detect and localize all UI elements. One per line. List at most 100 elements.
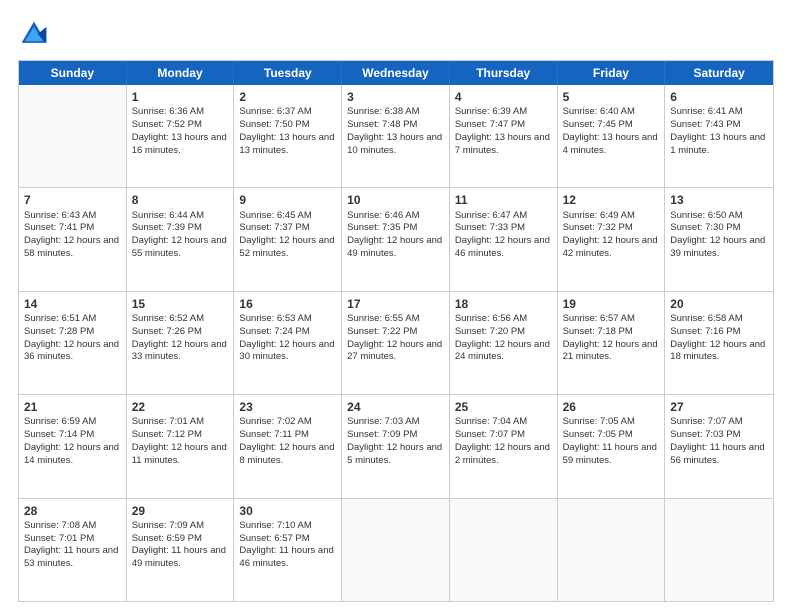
day-number: 6	[670, 89, 768, 105]
cell-info: Sunrise: 6:45 AMSunset: 7:37 PMDaylight:…	[239, 210, 336, 261]
cell-info: Sunrise: 6:52 AMSunset: 7:26 PMDaylight:…	[132, 313, 229, 364]
calendar-cell: 2Sunrise: 6:37 AMSunset: 7:50 PMDaylight…	[234, 85, 342, 187]
day-number: 2	[239, 89, 336, 105]
cell-info: Sunrise: 7:05 AMSunset: 7:05 PMDaylight:…	[563, 416, 660, 467]
logo-icon	[18, 18, 50, 50]
cell-info: Sunrise: 6:37 AMSunset: 7:50 PMDaylight:…	[239, 106, 336, 157]
cell-info: Sunrise: 6:59 AMSunset: 7:14 PMDaylight:…	[24, 416, 121, 467]
calendar-cell: 10 Sunrise: 6:46 AMSunset: 7:35 PMDayligh…	[342, 188, 450, 290]
calendar-row: 21Sunrise: 6:59 AMSunset: 7:14 PMDayligh…	[19, 395, 773, 498]
cell-info: Sunrise: 6:49 AMSunset: 7:32 PMDaylight:…	[563, 210, 660, 261]
day-number: 8	[132, 192, 229, 208]
calendar-cell: 26Sunrise: 7:05 AMSunset: 7:05 PMDayligh…	[558, 395, 666, 497]
calendar-cell: 27Sunrise: 7:07 AMSunset: 7:03 PMDayligh…	[665, 395, 773, 497]
calendar-cell	[450, 499, 558, 601]
calendar-cell: 9 Sunrise: 6:45 AMSunset: 7:37 PMDaylight…	[234, 188, 342, 290]
day-number: 10	[347, 192, 444, 208]
calendar-cell: 30Sunrise: 7:10 AMSunset: 6:57 PMDayligh…	[234, 499, 342, 601]
day-number: 28	[24, 503, 121, 519]
cell-info: Sunrise: 6:46 AMSunset: 7:35 PMDaylight:…	[347, 210, 444, 261]
day-number: 19	[563, 296, 660, 312]
day-number: 1	[132, 89, 229, 105]
calendar-cell: 19Sunrise: 6:57 AMSunset: 7:18 PMDayligh…	[558, 292, 666, 394]
day-number: 18	[455, 296, 552, 312]
day-number: 25	[455, 399, 552, 415]
cell-info: Sunrise: 6:55 AMSunset: 7:22 PMDaylight:…	[347, 313, 444, 364]
page: SundayMondayTuesdayWednesdayThursdayFrid…	[0, 0, 792, 612]
day-header-tuesday: Tuesday	[234, 61, 342, 85]
day-number: 23	[239, 399, 336, 415]
cell-info: Sunrise: 6:56 AMSunset: 7:20 PMDaylight:…	[455, 313, 552, 364]
cell-info: Sunrise: 6:36 AMSunset: 7:52 PMDaylight:…	[132, 106, 229, 157]
day-number: 16	[239, 296, 336, 312]
calendar-body: 1Sunrise: 6:36 AMSunset: 7:52 PMDaylight…	[19, 85, 773, 601]
cell-info: Sunrise: 6:53 AMSunset: 7:24 PMDaylight:…	[239, 313, 336, 364]
cell-info: Sunrise: 6:43 AMSunset: 7:41 PMDaylight:…	[24, 210, 121, 261]
calendar-cell: 12 Sunrise: 6:49 AMSunset: 7:32 PMDayligh…	[558, 188, 666, 290]
calendar-row: 28Sunrise: 7:08 AMSunset: 7:01 PMDayligh…	[19, 499, 773, 601]
cell-info: Sunrise: 7:07 AMSunset: 7:03 PMDaylight:…	[670, 416, 768, 467]
day-header-thursday: Thursday	[450, 61, 558, 85]
day-number: 20	[670, 296, 768, 312]
cell-info: Sunrise: 7:03 AMSunset: 7:09 PMDaylight:…	[347, 416, 444, 467]
day-header-wednesday: Wednesday	[342, 61, 450, 85]
calendar-cell	[665, 499, 773, 601]
calendar-cell: 6Sunrise: 6:41 AMSunset: 7:43 PMDaylight…	[665, 85, 773, 187]
calendar-row: 1Sunrise: 6:36 AMSunset: 7:52 PMDaylight…	[19, 85, 773, 188]
day-number: 11	[455, 192, 552, 208]
cell-info: Sunrise: 7:08 AMSunset: 7:01 PMDaylight:…	[24, 520, 121, 571]
calendar-cell: 8 Sunrise: 6:44 AMSunset: 7:39 PMDaylight…	[127, 188, 235, 290]
calendar-cell: 24Sunrise: 7:03 AMSunset: 7:09 PMDayligh…	[342, 395, 450, 497]
cell-info: Sunrise: 6:51 AMSunset: 7:28 PMDaylight:…	[24, 313, 121, 364]
calendar-cell: 21Sunrise: 6:59 AMSunset: 7:14 PMDayligh…	[19, 395, 127, 497]
calendar-cell: 3Sunrise: 6:38 AMSunset: 7:48 PMDaylight…	[342, 85, 450, 187]
calendar-header: SundayMondayTuesdayWednesdayThursdayFrid…	[19, 61, 773, 85]
day-number: 22	[132, 399, 229, 415]
day-number: 30	[239, 503, 336, 519]
day-number: 21	[24, 399, 121, 415]
cell-info: Sunrise: 7:10 AMSunset: 6:57 PMDaylight:…	[239, 520, 336, 571]
calendar-cell	[19, 85, 127, 187]
day-number: 15	[132, 296, 229, 312]
cell-info: Sunrise: 6:50 AMSunset: 7:30 PMDaylight:…	[670, 210, 768, 261]
calendar-cell: 1Sunrise: 6:36 AMSunset: 7:52 PMDaylight…	[127, 85, 235, 187]
calendar-cell: 18Sunrise: 6:56 AMSunset: 7:20 PMDayligh…	[450, 292, 558, 394]
day-number: 5	[563, 89, 660, 105]
calendar-cell: 7 Sunrise: 6:43 AMSunset: 7:41 PMDaylight…	[19, 188, 127, 290]
cell-info: Sunrise: 6:57 AMSunset: 7:18 PMDaylight:…	[563, 313, 660, 364]
calendar-cell: 4Sunrise: 6:39 AMSunset: 7:47 PMDaylight…	[450, 85, 558, 187]
day-number: 7	[24, 192, 121, 208]
day-number: 12	[563, 192, 660, 208]
day-number: 9	[239, 192, 336, 208]
day-number: 27	[670, 399, 768, 415]
cell-info: Sunrise: 6:38 AMSunset: 7:48 PMDaylight:…	[347, 106, 444, 157]
calendar-cell: 15Sunrise: 6:52 AMSunset: 7:26 PMDayligh…	[127, 292, 235, 394]
cell-info: Sunrise: 7:02 AMSunset: 7:11 PMDaylight:…	[239, 416, 336, 467]
calendar-cell: 25Sunrise: 7:04 AMSunset: 7:07 PMDayligh…	[450, 395, 558, 497]
calendar-cell	[342, 499, 450, 601]
day-header-saturday: Saturday	[665, 61, 773, 85]
calendar-cell	[558, 499, 666, 601]
calendar-cell: 14Sunrise: 6:51 AMSunset: 7:28 PMDayligh…	[19, 292, 127, 394]
calendar-cell: 13 Sunrise: 6:50 AMSunset: 7:30 PMDayligh…	[665, 188, 773, 290]
calendar-cell: 5Sunrise: 6:40 AMSunset: 7:45 PMDaylight…	[558, 85, 666, 187]
day-number: 26	[563, 399, 660, 415]
cell-info: Sunrise: 7:09 AMSunset: 6:59 PMDaylight:…	[132, 520, 229, 571]
day-number: 4	[455, 89, 552, 105]
calendar-cell: 20Sunrise: 6:58 AMSunset: 7:16 PMDayligh…	[665, 292, 773, 394]
day-number: 24	[347, 399, 444, 415]
day-number: 13	[670, 192, 768, 208]
cell-info: Sunrise: 6:41 AMSunset: 7:43 PMDaylight:…	[670, 106, 768, 157]
day-header-monday: Monday	[127, 61, 235, 85]
calendar-cell: 17Sunrise: 6:55 AMSunset: 7:22 PMDayligh…	[342, 292, 450, 394]
cell-info: Sunrise: 7:04 AMSunset: 7:07 PMDaylight:…	[455, 416, 552, 467]
cell-info: Sunrise: 6:39 AMSunset: 7:47 PMDaylight:…	[455, 106, 552, 157]
day-header-friday: Friday	[558, 61, 666, 85]
cell-info: Sunrise: 6:44 AMSunset: 7:39 PMDaylight:…	[132, 210, 229, 261]
calendar-cell: 16Sunrise: 6:53 AMSunset: 7:24 PMDayligh…	[234, 292, 342, 394]
logo	[18, 18, 54, 50]
calendar: SundayMondayTuesdayWednesdayThursdayFrid…	[18, 60, 774, 602]
calendar-cell: 28Sunrise: 7:08 AMSunset: 7:01 PMDayligh…	[19, 499, 127, 601]
calendar-cell: 23Sunrise: 7:02 AMSunset: 7:11 PMDayligh…	[234, 395, 342, 497]
day-number: 17	[347, 296, 444, 312]
